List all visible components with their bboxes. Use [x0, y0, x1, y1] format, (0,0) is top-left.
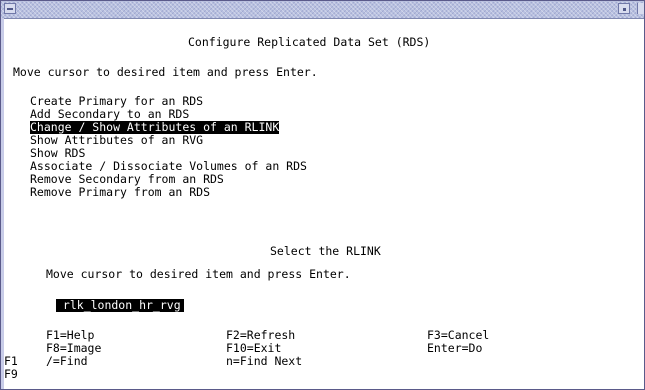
- terminal-window: Configure Replicated Data Set (RDS) Move…: [0, 0, 645, 390]
- minimize-icon: [623, 8, 626, 11]
- popup-title: Select the RLINK: [270, 244, 381, 258]
- menu-item-remove-primary[interactable]: Remove Primary from an RDS: [30, 186, 210, 199]
- window-menu-icon: [7, 8, 13, 10]
- menu-instruction: Move cursor to desired item and press En…: [13, 65, 318, 79]
- fkey-find-next[interactable]: n=Find Next: [226, 355, 302, 368]
- popup-instruction: Move cursor to desired item and press En…: [46, 267, 351, 281]
- terminal-screen[interactable]: Configure Replicated Data Set (RDS) Move…: [4, 19, 644, 389]
- menu-title: Configure Replicated Data Set (RDS): [188, 35, 431, 49]
- minimize-button[interactable]: [618, 3, 630, 14]
- window-menu-button[interactable]: [4, 3, 16, 14]
- fkey-find[interactable]: /=Find: [46, 355, 88, 368]
- popup-item-rlink[interactable]: rlk_london_hr_rvg: [56, 299, 184, 312]
- background-fkey-f9: F9: [4, 367, 18, 381]
- maximize-button[interactable]: [637, 3, 644, 14]
- window-titlebar[interactable]: [1, 1, 644, 19]
- fkey-enter-do[interactable]: Enter=Do: [427, 342, 482, 355]
